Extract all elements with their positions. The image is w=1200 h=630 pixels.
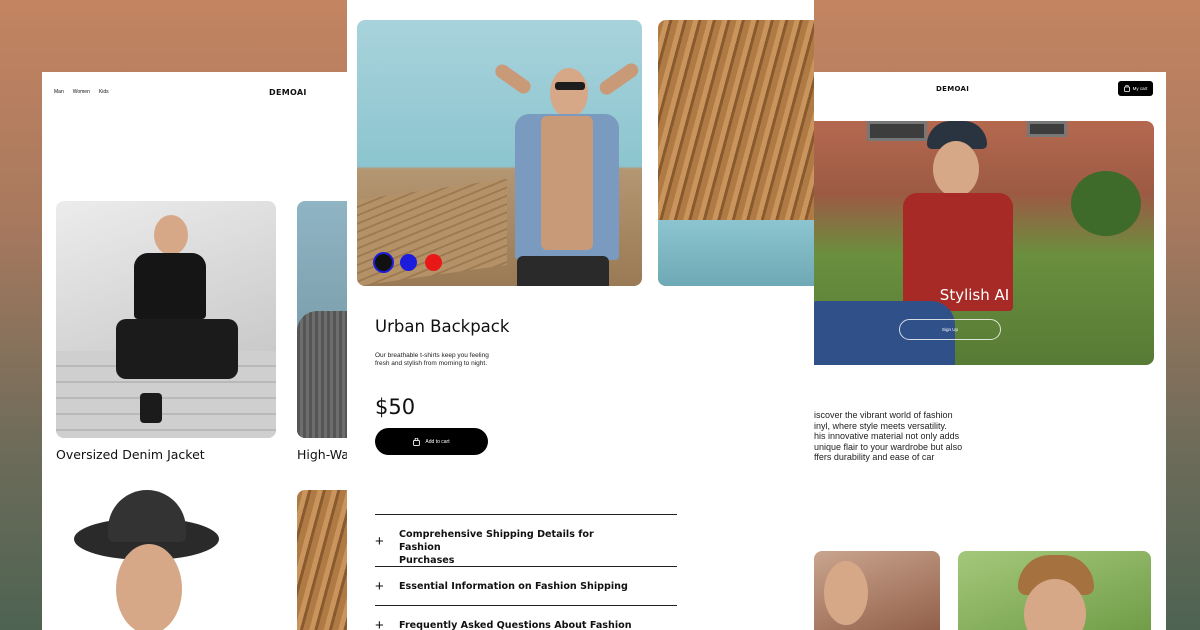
faq-question: Essential Information on Fashion Shippin… bbox=[399, 581, 628, 592]
color-swatch-blue[interactable] bbox=[400, 254, 417, 271]
product-price: $50 bbox=[375, 395, 416, 419]
plus-icon: + bbox=[375, 578, 384, 595]
my-cart-label: My cart bbox=[1132, 86, 1148, 91]
nav-link-women[interactable]: Women bbox=[73, 89, 90, 95]
plus-icon: + bbox=[375, 617, 384, 630]
main-nav: Man Women Kids bbox=[54, 89, 109, 95]
hero-title: Stylish AI bbox=[939, 286, 1010, 304]
paragraph-line: his innovative material not only adds bbox=[814, 431, 960, 441]
my-cart-button[interactable]: My cart bbox=[1118, 81, 1153, 96]
faq-item[interactable]: + Comprehensive Shipping Details for Fas… bbox=[375, 514, 677, 566]
product-title[interactable]: Oversized Denim Jacket bbox=[56, 447, 205, 462]
hero-image: Stylish AI Sign Up bbox=[795, 121, 1154, 365]
product-secondary-image[interactable] bbox=[658, 20, 814, 286]
paragraph-line: unique flair to your wardrobe but also bbox=[814, 441, 963, 452]
paragraph-line: iscover the vibrant world of fashion bbox=[814, 410, 953, 420]
sign-up-button[interactable]: Sign Up bbox=[899, 319, 1001, 340]
paragraph-line: ffers durability and ease of car bbox=[814, 452, 935, 462]
product-description: Our breathable t-shirts keep you feeling… bbox=[375, 352, 489, 368]
left-page: Man Women Kids DEMOAI Oversized Denim Ja… bbox=[42, 72, 362, 630]
faq-question: Frequently Asked Questions About Fashion… bbox=[399, 620, 632, 630]
add-to-cart-button[interactable]: Add to cart bbox=[375, 428, 488, 455]
product-image-denim-jacket[interactable] bbox=[56, 201, 276, 438]
product-main-image[interactable] bbox=[357, 20, 642, 286]
plus-icon: + bbox=[375, 533, 384, 550]
sign-up-label: Sign Up bbox=[941, 327, 958, 332]
color-swatch-red[interactable] bbox=[425, 254, 442, 271]
product-title: Urban Backpack bbox=[375, 317, 510, 336]
bag-icon bbox=[1123, 85, 1130, 92]
faq-item[interactable]: + Frequently Asked Questions About Fashi… bbox=[375, 605, 677, 630]
description-line: Our breathable t-shirts keep you feeling bbox=[375, 352, 489, 359]
brand-logo[interactable]: DEMOAI bbox=[936, 85, 969, 93]
add-to-cart-label: Add to cart bbox=[425, 438, 450, 445]
product-image-hat[interactable] bbox=[56, 490, 276, 630]
faq-item[interactable]: + Essential Information on Fashion Shipp… bbox=[375, 566, 677, 605]
product-page: Urban Backpack Our breathable t-shirts k… bbox=[347, 0, 814, 630]
about-paragraph: iscover the vibrant world of fashion iny… bbox=[814, 410, 962, 463]
nav-link-man[interactable]: Man bbox=[54, 89, 64, 95]
product-title[interactable]: High-Wa bbox=[297, 447, 349, 462]
bag-icon bbox=[413, 437, 421, 446]
description-line: fresh and stylish from morning to night. bbox=[375, 360, 487, 367]
gallery-image[interactable] bbox=[814, 551, 940, 630]
faq-question: Comprehensive Shipping Details for Fashi… bbox=[399, 529, 594, 553]
brand-logo[interactable]: DEMOAI bbox=[269, 88, 307, 97]
color-swatch-black[interactable] bbox=[375, 254, 392, 271]
right-page: DEMOAI My cart Stylish AI Sign Up iscove… bbox=[795, 72, 1166, 630]
paragraph-line: inyl, where style meets versatility. bbox=[814, 420, 947, 431]
gallery-image[interactable] bbox=[958, 551, 1151, 630]
nav-link-kids[interactable]: Kids bbox=[99, 89, 109, 95]
